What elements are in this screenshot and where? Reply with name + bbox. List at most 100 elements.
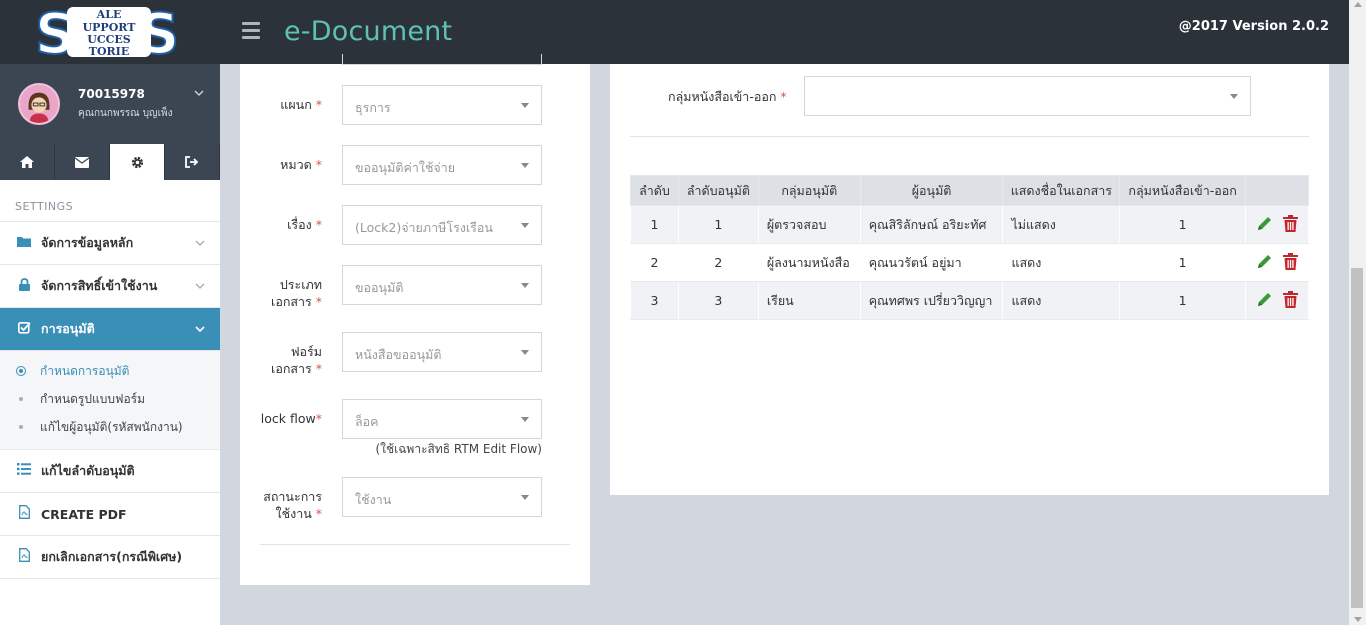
cell-group: ผู้ลงนามหนังสือ	[757, 243, 861, 282]
avatar	[18, 83, 60, 125]
subject-select[interactable]: (Lock2)จ่ายภาษีโรงเรือน	[342, 205, 542, 245]
caret-down-icon	[521, 223, 529, 228]
list-icon	[15, 463, 33, 479]
table-row: 1 1 ผู้ตรวจสอบ คุณสิริลักษณ์ อริยะทัศ ไม…	[630, 205, 1309, 244]
user-id: 70015978	[78, 87, 145, 101]
department-select[interactable]: ธุรการ	[342, 85, 542, 125]
page-scrollbar[interactable]	[1349, 0, 1366, 625]
trash-delete-icon[interactable]	[1283, 290, 1298, 311]
trash-delete-icon[interactable]	[1283, 214, 1298, 235]
doc-type-select[interactable]: ขออนุมัติ	[342, 265, 542, 305]
submenu-item-form-template[interactable]: กำหนดรูปแบบฟอร์ม	[0, 385, 220, 413]
chevron-down-icon	[195, 280, 205, 293]
col-header: ลำดับ	[630, 175, 679, 206]
app-title: e-Document	[284, 16, 453, 47]
sidebar-item-label: CREATE PDF	[41, 506, 127, 522]
cell-approver: คุณนวรัตน์ อยู่มา	[859, 243, 1004, 282]
cell-approver: คุณทศพร เปรี่ยววิญญา	[859, 281, 1004, 320]
svg-text:TORIE: TORIE	[89, 45, 129, 58]
tab-home[interactable]	[0, 144, 55, 180]
sign-out-icon	[185, 156, 199, 168]
tab-settings[interactable]	[110, 144, 165, 180]
submenu-item-label: แก้ไขผู้อนุมัติ(รหัสพนักงาน)	[40, 419, 183, 434]
category-select[interactable]: ขออนุมัติค่าใช้จ่าย	[342, 145, 542, 185]
submenu-item-define-approval[interactable]: กำหนดการอนุมัติ	[0, 357, 220, 385]
approval-submenu: กำหนดการอนุมัติ กำหนดรูปแบบฟอร์ม แก้ไขผู…	[0, 351, 220, 450]
caret-down-icon	[521, 163, 529, 168]
home-icon	[20, 156, 34, 168]
sidebar: S S ALE UPPORT UCCES TORIE 70015978 คุณก…	[0, 0, 220, 625]
cell-show-name: แสดง	[1002, 281, 1121, 320]
col-header: กลุ่มอนุมัติ	[757, 175, 861, 206]
hamburger-menu-icon[interactable]	[242, 22, 260, 43]
scroll-thumb[interactable]	[1351, 268, 1363, 608]
cell-letter-group: 1	[1119, 281, 1246, 320]
sidebar-item-create-pdf[interactable]: CREATE PDF	[0, 493, 220, 536]
check-square-icon	[15, 321, 33, 338]
tab-logout[interactable]	[165, 144, 220, 180]
category-label: หมวด *	[280, 157, 322, 172]
pencil-edit-icon[interactable]	[1256, 215, 1273, 235]
col-header: ผู้อนุมัติ	[859, 175, 1004, 206]
submenu-item-label: กำหนดรูปแบบฟอร์ม	[40, 391, 145, 406]
previous-field-bottom	[342, 54, 542, 65]
doc-form-label: ฟอร์ม เอกสาร *	[271, 344, 322, 376]
cell-group: ผู้ตรวจสอบ	[757, 205, 861, 244]
scroll-up-arrow-icon[interactable]	[1354, 2, 1362, 7]
user-name: คุณกนกพรรณ บุญเพ็ง	[78, 108, 173, 119]
cell-no: 3	[630, 281, 679, 320]
chevron-down-icon	[195, 237, 205, 250]
sidebar-item-label: ยกเลิกเอกสาร(กรณีพิเศษ)	[41, 549, 183, 564]
panel-divider	[630, 136, 1309, 137]
dot-icon	[16, 422, 26, 432]
status-label: สถานะการ ใช้งาน *	[263, 489, 322, 521]
col-header: กลุ่มหนังสือเข้า-ออก	[1119, 175, 1246, 206]
trash-delete-icon[interactable]	[1283, 252, 1298, 273]
caret-down-icon	[521, 283, 529, 288]
letter-group-select[interactable]	[804, 76, 1251, 116]
sidebar-item-approval[interactable]: การอนุมัติ	[0, 308, 220, 351]
approval-form-panel: แผนก * ธุรการ หมวด * ขออนุมัติค่าใช้จ่าย…	[240, 54, 590, 585]
cell-letter-group: 1	[1119, 243, 1246, 282]
doc-form-select[interactable]: หนังสือขออนุมัติ	[342, 332, 542, 372]
svg-text:ALE: ALE	[96, 8, 122, 21]
status-select[interactable]: ใช้งาน	[342, 477, 542, 517]
form-divider	[260, 544, 570, 545]
cell-order: 2	[677, 243, 759, 282]
caret-down-icon	[521, 103, 529, 108]
approval-list-panel: กลุ่มหนังสือเข้า-ออก * ลำดับ ลำดับอนุมัต…	[610, 64, 1329, 495]
company-logo-icon: S S ALE UPPORT UCCES TORIE	[35, 3, 180, 61]
sidebar-item-edit-order[interactable]: แก้ไขลำดับอนุมัติ	[0, 450, 220, 493]
pencil-edit-icon[interactable]	[1256, 253, 1273, 273]
gear-icon	[131, 156, 143, 168]
sidebar-item-label: การอนุมัติ	[41, 321, 95, 336]
logo[interactable]: S S ALE UPPORT UCCES TORIE	[0, 0, 220, 64]
pdf-icon	[15, 505, 33, 523]
cell-actions	[1245, 243, 1309, 282]
lock-flow-label: lock flow*	[260, 411, 322, 426]
caret-down-icon	[521, 495, 529, 500]
sidebar-item-master-data[interactable]: จัดการข้อมูลหลัก	[0, 222, 220, 265]
pencil-edit-icon[interactable]	[1256, 291, 1273, 311]
submenu-item-edit-approver[interactable]: แก้ไขผู้อนุมัติ(รหัสพนักงาน)	[0, 413, 220, 441]
cell-no: 2	[630, 243, 679, 282]
quick-tabs	[0, 144, 220, 180]
col-header: แสดงชื่อในเอกสาร	[1002, 175, 1121, 206]
table-header-row: ลำดับ ลำดับอนุมัติ กลุ่มอนุมัติ ผู้อนุมั…	[630, 175, 1309, 206]
tab-messages[interactable]	[55, 144, 110, 180]
cell-show-name: ไม่แสดง	[1002, 205, 1121, 244]
dot-icon	[16, 394, 26, 404]
sidebar-item-access-rights[interactable]: จัดการสิทธิ์เข้าใช้งาน	[0, 265, 220, 308]
cell-show-name: แสดง	[1002, 243, 1121, 282]
lock-flow-select[interactable]: ล็อค	[342, 399, 542, 439]
col-header	[1245, 175, 1309, 206]
sidebar-item-cancel-document[interactable]: ยกเลิกเอกสาร(กรณีพิเศษ)	[0, 536, 220, 579]
folder-icon	[15, 236, 33, 251]
caret-down-icon	[1230, 94, 1238, 99]
chevron-down-icon[interactable]	[194, 86, 204, 100]
caret-down-icon	[521, 417, 529, 422]
user-avatar-icon	[20, 85, 58, 123]
scroll-down-arrow-icon[interactable]	[1354, 617, 1362, 622]
user-panel[interactable]: 70015978 คุณกนกพรรณ บุญเพ็ง	[0, 64, 220, 144]
letter-group-label: กลุ่มหนังสือเข้า-ออก *	[668, 89, 787, 104]
